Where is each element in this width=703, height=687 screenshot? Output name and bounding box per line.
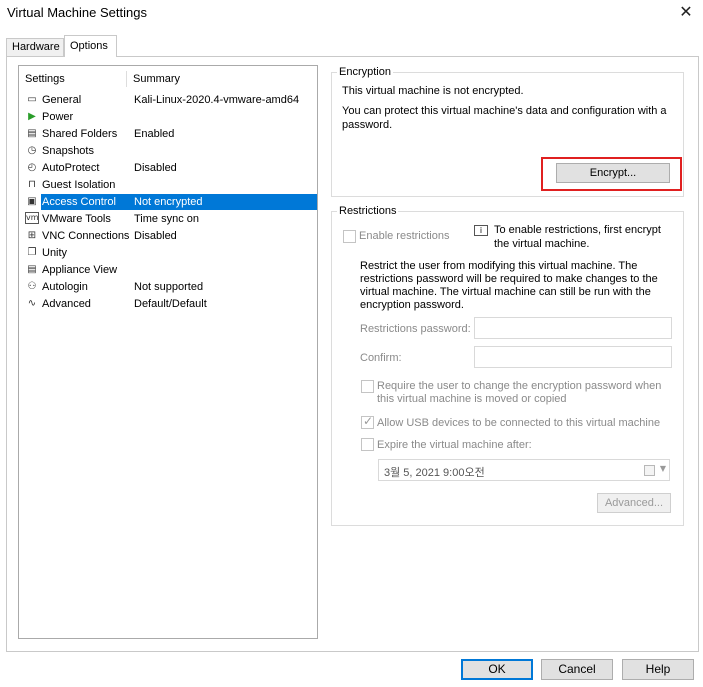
settings-item-shared-folders[interactable]: ▤ Shared Folders Enabled (23, 126, 317, 143)
advanced-icon: ∿ (27, 298, 37, 309)
settings-item-label: Appliance View (42, 264, 118, 276)
settings-item-label: VNC Connections (42, 230, 130, 242)
expire-checkbox[interactable] (361, 438, 374, 451)
calendar-icon[interactable] (644, 465, 655, 476)
settings-item-label: Advanced (42, 298, 91, 310)
shared-folders-icon: ▤ (27, 128, 37, 139)
settings-item-label: VMware Tools (42, 213, 111, 225)
help-button[interactable]: Help (622, 659, 694, 680)
lock-icon: ⊓ (28, 179, 36, 190)
settings-rows: ▭ General Kali-Linux-2020.4-vmware-amd64 ▶ P… (23, 92, 317, 313)
snapshots-icon: ◷ (27, 145, 37, 156)
expire-date-picker[interactable]: 3월 5, 2021 9:00오전 ▼ (378, 459, 670, 481)
settings-item-summary: Default/Default (134, 298, 207, 310)
settings-item-unity[interactable]: ❐ Unity (23, 245, 317, 262)
confirm-password-label: Confirm: (360, 352, 402, 364)
settings-column-header[interactable]: Settings (25, 73, 65, 85)
settings-item-label: AutoProtect (42, 162, 100, 174)
window-title: Virtual Machine Settings (7, 5, 147, 20)
settings-list[interactable]: Settings Summary ▭ General Kali-Linux-2020… (18, 65, 318, 639)
summary-column-header[interactable]: Summary (133, 73, 180, 85)
settings-item-advanced[interactable]: ∿ Advanced Default/Default (23, 296, 317, 313)
title-bar: Virtual Machine Settings ✕ (0, 0, 703, 28)
column-divider (126, 71, 127, 87)
access-control-icon: ▣ (27, 196, 37, 207)
settings-item-general[interactable]: ▭ General Kali-Linux-2020.4-vmware-amd64 (23, 92, 317, 109)
settings-item-vmware-tools[interactable]: vm VMware Tools Time sync on (23, 211, 317, 228)
settings-item-label: Shared Folders (42, 128, 118, 140)
encrypt-button-highlight (541, 157, 682, 191)
settings-item-summary (130, 143, 317, 159)
expire-label: Expire the virtual machine after: (377, 439, 532, 451)
restrictions-info-text: To enable restrictions, first encrypt th… (494, 224, 661, 250)
settings-item-summary (130, 245, 317, 261)
ok-button[interactable]: OK (461, 659, 533, 680)
settings-item-guest-isolation[interactable]: ⊓ Guest Isolation (23, 177, 317, 194)
restrictions-password-input[interactable] (474, 317, 672, 339)
restrictions-legend: Restrictions (339, 205, 397, 217)
settings-item-access-control[interactable]: ▣ Access Control Not encrypted (23, 194, 317, 211)
vmware-tools-icon: vm (25, 212, 39, 224)
general-icon: ▭ (27, 94, 37, 105)
autoprotect-icon: ◴ (27, 162, 37, 173)
require-change-checkbox[interactable] (361, 380, 374, 393)
enable-restrictions-label: Enable restrictions (359, 230, 450, 242)
encryption-legend: Encryption (339, 66, 391, 78)
settings-item-label: Guest Isolation (42, 179, 116, 191)
settings-item-snapshots[interactable]: ◷ Snapshots (23, 143, 317, 160)
autologin-icon: ⚇ (27, 281, 37, 292)
tab-hardware[interactable]: Hardware (6, 38, 64, 57)
settings-item-summary: Disabled (134, 230, 177, 242)
settings-item-summary: Disabled (134, 162, 177, 174)
chevron-down-icon[interactable]: ▼ (660, 464, 666, 473)
close-button[interactable]: ✕ (669, 0, 703, 28)
settings-item-summary (130, 177, 317, 193)
settings-item-label: Autologin (42, 281, 88, 293)
expire-date-value: 3월 5, 2021 9:00오전 (384, 467, 485, 479)
confirm-password-input[interactable] (474, 346, 672, 368)
settings-item-autoprotect[interactable]: ◴ AutoProtect Disabled (23, 160, 317, 177)
settings-item-summary (130, 262, 317, 278)
settings-item-label: Snapshots (42, 145, 94, 157)
enable-restrictions-checkbox[interactable] (343, 230, 356, 243)
settings-item-label: General (42, 94, 82, 106)
cancel-button[interactable]: Cancel (541, 659, 613, 680)
restrictions-description: Restrict the user from modifying this vi… (360, 260, 658, 311)
settings-item-summary: Enabled (134, 128, 175, 140)
settings-item-summary (130, 109, 317, 125)
settings-item-label: Unity (42, 247, 68, 259)
settings-list-header: Settings Summary (19, 66, 317, 88)
vm-settings-window: Virtual Machine Settings ✕ Hardware Opti… (0, 0, 703, 687)
restrictions-password-label: Restrictions password: (360, 323, 471, 335)
settings-item-power[interactable]: ▶ Power (23, 109, 317, 126)
power-icon: ▶ (28, 111, 36, 122)
encryption-description: You can protect this virtual machine's d… (342, 105, 667, 131)
unity-icon: ❐ (27, 247, 37, 258)
settings-item-label: Power (42, 111, 74, 123)
settings-item-summary: Not supported (134, 281, 204, 293)
appliance-view-icon: ▤ (27, 264, 37, 275)
settings-item-summary: Not encrypted (130, 194, 317, 210)
allow-usb-label: Allow USB devices to be connected to thi… (377, 417, 661, 429)
encryption-status: This virtual machine is not encrypted. (342, 85, 524, 97)
info-icon: i (474, 225, 488, 236)
vnc-icon: ⊞ (27, 230, 37, 241)
dialog-button-bar: OK Cancel Help (0, 655, 703, 687)
settings-item-label: Access Control (41, 194, 130, 210)
settings-item-summary: Kali-Linux-2020.4-vmware-amd64 (134, 94, 300, 106)
settings-item-summary: Time sync on (134, 213, 200, 225)
settings-item-autologin[interactable]: ⚇ Autologin Not supported (23, 279, 317, 296)
advanced-button[interactable]: Advanced... (597, 493, 671, 513)
require-change-label: Require the user to change the encryptio… (377, 380, 662, 405)
settings-item-appliance-view[interactable]: ▤ Appliance View (23, 262, 317, 279)
allow-usb-checkbox[interactable] (361, 414, 374, 429)
settings-item-vnc-connections[interactable]: ⊞ VNC Connections Disabled (23, 228, 317, 245)
tab-options[interactable]: Options (64, 35, 117, 57)
